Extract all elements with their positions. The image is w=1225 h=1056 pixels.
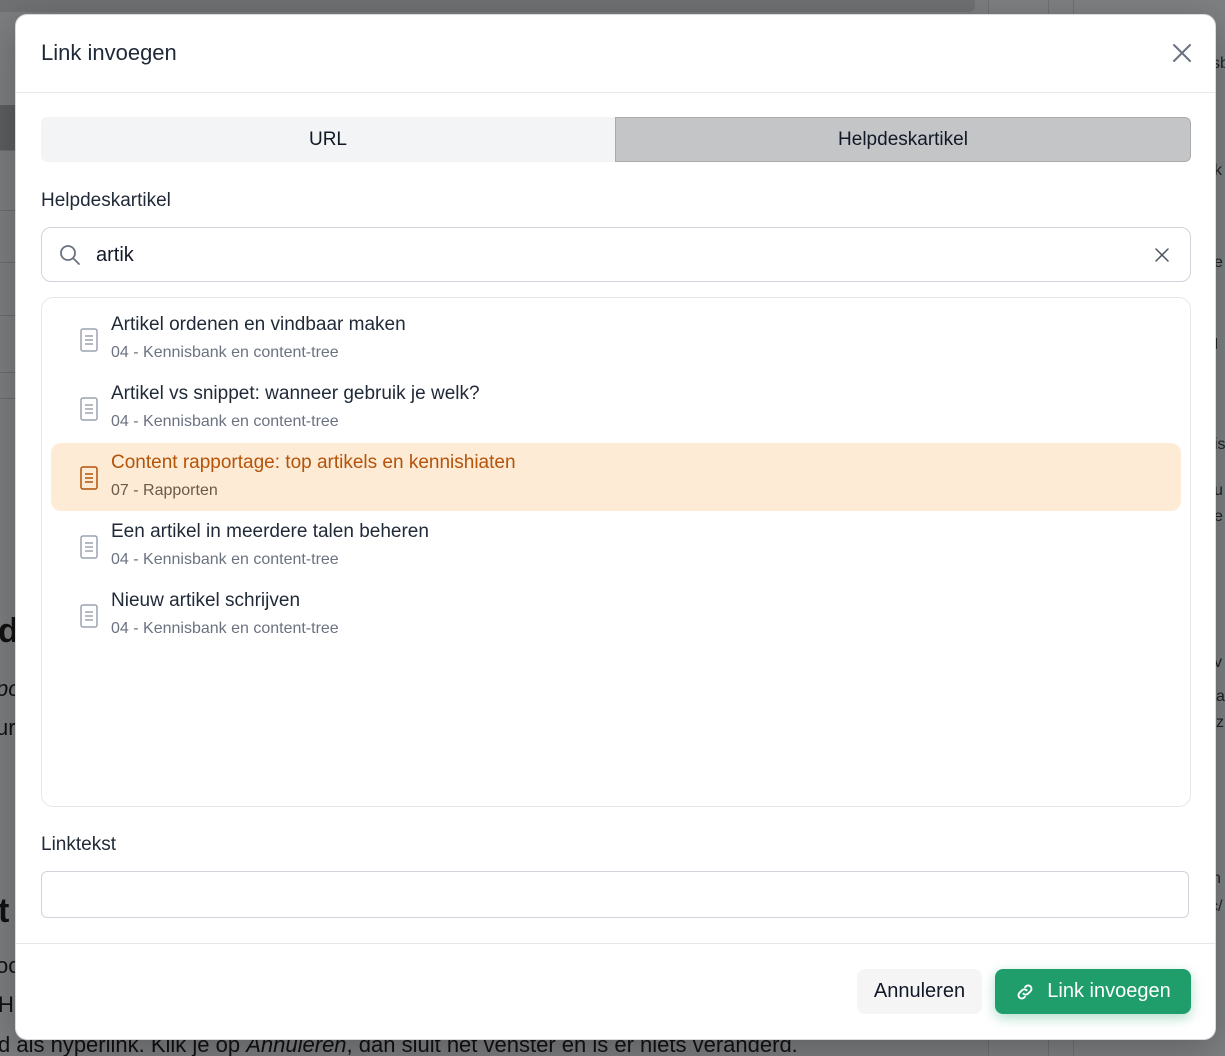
insert-link-label: Link invoegen [1047,980,1171,1002]
document-icon [80,535,98,559]
result-title: Artikel vs snippet: wanneer gebruik je w… [111,383,480,404]
list-item[interactable]: Artikel ordenen en vindbaar maken 04 - K… [51,305,1181,373]
document-icon [80,328,98,352]
search-icon [60,245,80,265]
list-item[interactable]: Nieuw artikel schrijven 04 - Kennisbank … [51,581,1181,649]
insert-link-dialog: Link invoegen URL Helpdeskartikel Helpde… [15,14,1216,1040]
document-icon [80,397,98,421]
result-title: Nieuw artikel schrijven [111,590,301,611]
result-title: Een artikel in meerdere talen beheren [111,521,429,542]
background-text-fragment: z [1216,714,1224,731]
close-button[interactable] [1166,37,1198,69]
background-text-fragment: ur [0,715,16,740]
linktext-input[interactable] [41,871,1189,918]
article-field-label: Helpdeskartikel [41,190,171,211]
document-icon [80,466,98,490]
result-category: 04 - Kennisbank en content-tree [111,551,339,568]
list-item[interactable]: Een artikel in meerdere talen beheren 04… [51,512,1181,580]
search-results-list: Artikel ordenen en vindbaar maken 04 - K… [41,297,1191,807]
tab-helpdeskartikel[interactable]: Helpdeskartikel [615,117,1191,162]
background-topbar [0,0,975,12]
clear-search-button[interactable] [1149,242,1175,268]
background-text-fragment: a [1216,688,1225,705]
list-item[interactable]: Artikel vs snippet: wanneer gebruik je w… [51,374,1181,442]
dialog-header: Link invoegen [16,15,1215,93]
linktext-field-label: Linktekst [41,834,116,855]
result-category: 07 - Rapporten [111,482,218,499]
document-icon [80,604,98,628]
background-text-fragment: H [0,992,14,1017]
result-category: 04 - Kennisbank en content-tree [111,413,339,430]
dialog-footer: Annuleren Link invoegen [16,943,1215,1039]
link-type-tabs: URL Helpdeskartikel [41,117,1191,162]
result-category: 04 - Kennisbank en content-tree [111,620,339,637]
article-search-input[interactable] [94,238,1128,272]
result-category: 04 - Kennisbank en content-tree [111,344,339,361]
list-item-highlighted[interactable]: Content rapportage: top artikels en kenn… [51,443,1181,511]
result-title: Content rapportage: top artikels en kenn… [111,452,516,473]
article-search-box [41,227,1191,282]
dialog-title: Link invoegen [41,40,177,65]
close-icon [1173,44,1191,62]
close-icon [1155,248,1169,262]
background-heading-fragment: t [0,892,10,930]
link-icon [1017,984,1033,999]
tab-url[interactable]: URL [41,117,615,162]
result-title: Artikel ordenen en vindbaar maken [111,314,406,335]
cancel-button[interactable]: Annuleren [857,969,982,1014]
insert-link-button[interactable]: Link invoegen [995,969,1191,1014]
